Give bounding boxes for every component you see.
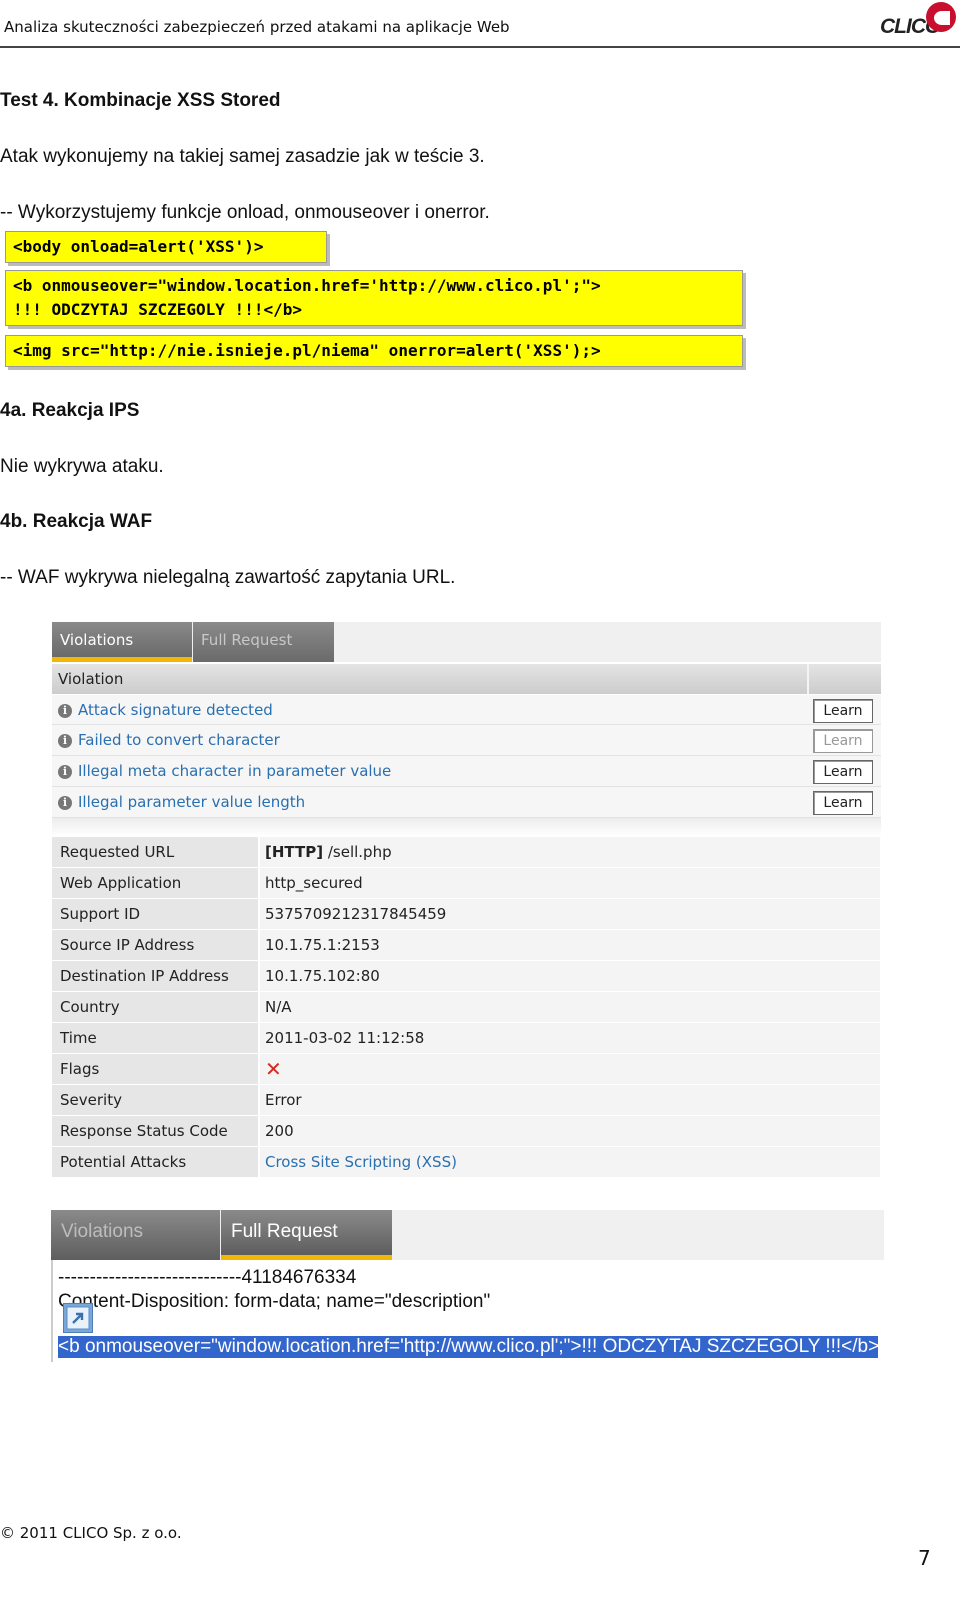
panel2-tab-bar: Violations Full Request — [51, 1210, 884, 1260]
learn-button-disabled[interactable]: Learn — [813, 729, 873, 753]
event-details-table: Requested URL [HTTP] /sell.php Web Appli… — [52, 837, 881, 1178]
page-number: 7 — [918, 1546, 931, 1570]
info-icon: i — [58, 765, 72, 779]
detail-value: 2011-03-02 11:12:58 — [260, 1023, 880, 1053]
detail-row-destination-ip: Destination IP Address 10.1.75.102:80 — [52, 961, 880, 992]
panel-tab-bar: Violations Full Request — [52, 622, 881, 662]
detail-value: http_secured — [260, 868, 880, 898]
protocol-tag: [HTTP] — [265, 843, 324, 861]
paragraph-2: -- Wykorzystujemy funkcje onload, onmous… — [0, 202, 490, 223]
clico-logo: CLICO — [878, 0, 958, 44]
selected-payload-line: <b onmouseover="window.location.href='ht… — [58, 1336, 880, 1358]
violation-link[interactable]: Failed to convert character — [78, 731, 280, 749]
ips-text: Nie wykrywa ataku. — [0, 456, 164, 477]
detail-label: Time — [52, 1023, 258, 1053]
section-spacer — [52, 818, 881, 836]
code-snippet-onmouseover: <b onmouseover="window.location.href='ht… — [5, 270, 743, 326]
learn-button[interactable]: Learn — [813, 699, 873, 723]
detail-row-time: Time 2011-03-02 11:12:58 — [52, 1023, 880, 1054]
detail-label: Source IP Address — [52, 930, 258, 960]
detail-label: Country — [52, 992, 258, 1022]
violation-link[interactable]: Illegal parameter value length — [78, 793, 305, 811]
detail-value: 10.1.75.1:2153 — [260, 930, 880, 960]
header-separator — [807, 664, 809, 694]
content-disposition-line: Content-Disposition: form-data; name="de… — [58, 1291, 491, 1312]
expand-arrow-icon[interactable] — [63, 1303, 93, 1333]
detail-value: N/A — [260, 992, 880, 1022]
tab-full-request[interactable]: Full Request — [193, 622, 334, 662]
ips-heading: 4a. Reakcja IPS — [0, 400, 140, 421]
detail-row-country: Country N/A — [52, 992, 880, 1023]
detail-row-requested-url: Requested URL [HTTP] /sell.php — [52, 837, 880, 868]
learn-button[interactable]: Learn — [813, 791, 873, 815]
violation-row: i Failed to convert character Learn — [52, 725, 881, 756]
detail-row-support-id: Support ID 5375709212317845459 — [52, 899, 880, 930]
attack-link[interactable]: Cross Site Scripting (XSS) — [260, 1147, 880, 1177]
violation-column-header: Violation — [52, 664, 881, 694]
detail-row-flags: Flags ✕ — [52, 1054, 880, 1085]
detail-label: Destination IP Address — [52, 961, 258, 991]
violation-link[interactable]: Attack signature detected — [78, 701, 273, 719]
tab2-violations[interactable]: Violations — [51, 1210, 220, 1260]
violation-header-label: Violation — [58, 670, 124, 688]
detail-label: Severity — [52, 1085, 258, 1115]
detail-label: Response Status Code — [52, 1116, 258, 1146]
info-icon: i — [58, 734, 72, 748]
panel2-left-border — [51, 1260, 53, 1362]
footer-copyright: © 2011 CLICO Sp. z o.o. — [0, 1524, 182, 1542]
full-request-panel: Violations Full Request ----------------… — [51, 1210, 884, 1362]
paragraph-1: Atak wykonujemy na takiej samej zasadzie… — [0, 146, 485, 167]
detail-value: 10.1.75.102:80 — [260, 961, 880, 991]
detail-value: Error — [260, 1085, 880, 1115]
test-heading: Test 4. Kombinacje XSS Stored — [0, 90, 281, 111]
detail-row-source-ip: Source IP Address 10.1.75.1:2153 — [52, 930, 880, 961]
tab-violations[interactable]: Violations — [52, 622, 192, 662]
detail-row-potential-attacks: Potential Attacks Cross Site Scripting (… — [52, 1147, 880, 1178]
detail-value: ✕ — [260, 1054, 880, 1084]
boundary-line: -----------------------------41184676334 — [58, 1267, 357, 1288]
waf-event-panel: Violations Full Request Violation i Atta… — [52, 622, 881, 1178]
document-header-title: Analiza skuteczności zabezpieczeń przed … — [4, 18, 510, 36]
header-divider — [0, 46, 960, 48]
code-snippet-onload: <body onload=alert('XSS')> — [5, 231, 327, 263]
detail-value: 200 — [260, 1116, 880, 1146]
red-x-icon: ✕ — [265, 1057, 282, 1081]
detail-row-severity: Severity Error — [52, 1085, 880, 1116]
detail-row-response-status: Response Status Code 200 — [52, 1116, 880, 1147]
detail-label: Flags — [52, 1054, 258, 1084]
detail-label: Requested URL — [52, 837, 258, 867]
info-icon: i — [58, 796, 72, 810]
violation-row: i Illegal meta character in parameter va… — [52, 756, 881, 787]
logo-mark-icon — [926, 2, 956, 32]
detail-row-web-application: Web Application http_secured — [52, 868, 880, 899]
tab2-full-request[interactable]: Full Request — [221, 1210, 392, 1260]
waf-text: -- WAF wykrywa nielegalną zawartość zapy… — [0, 567, 456, 588]
code-line-1: <b onmouseover="window.location.href='ht… — [13, 276, 601, 295]
violation-row: i Illegal parameter value length Learn — [52, 787, 881, 818]
detail-label: Potential Attacks — [52, 1147, 258, 1177]
code-snippet-onerror: <img src="http://nie.isnieje.pl/niema" o… — [5, 335, 743, 367]
detail-value: 5375709212317845459 — [260, 899, 880, 929]
info-icon: i — [58, 704, 72, 718]
detail-label: Web Application — [52, 868, 258, 898]
waf-heading: 4b. Reakcja WAF — [0, 511, 153, 532]
detail-value: [HTTP] /sell.php — [260, 837, 880, 867]
violation-link[interactable]: Illegal meta character in parameter valu… — [78, 762, 391, 780]
code-line-2: !!! ODCZYTAJ SZCZEGOLY !!!</b> — [13, 300, 302, 319]
detail-label: Support ID — [52, 899, 258, 929]
violation-row: i Attack signature detected Learn — [52, 695, 881, 725]
url-path: /sell.php — [323, 843, 392, 861]
learn-button[interactable]: Learn — [813, 760, 873, 784]
